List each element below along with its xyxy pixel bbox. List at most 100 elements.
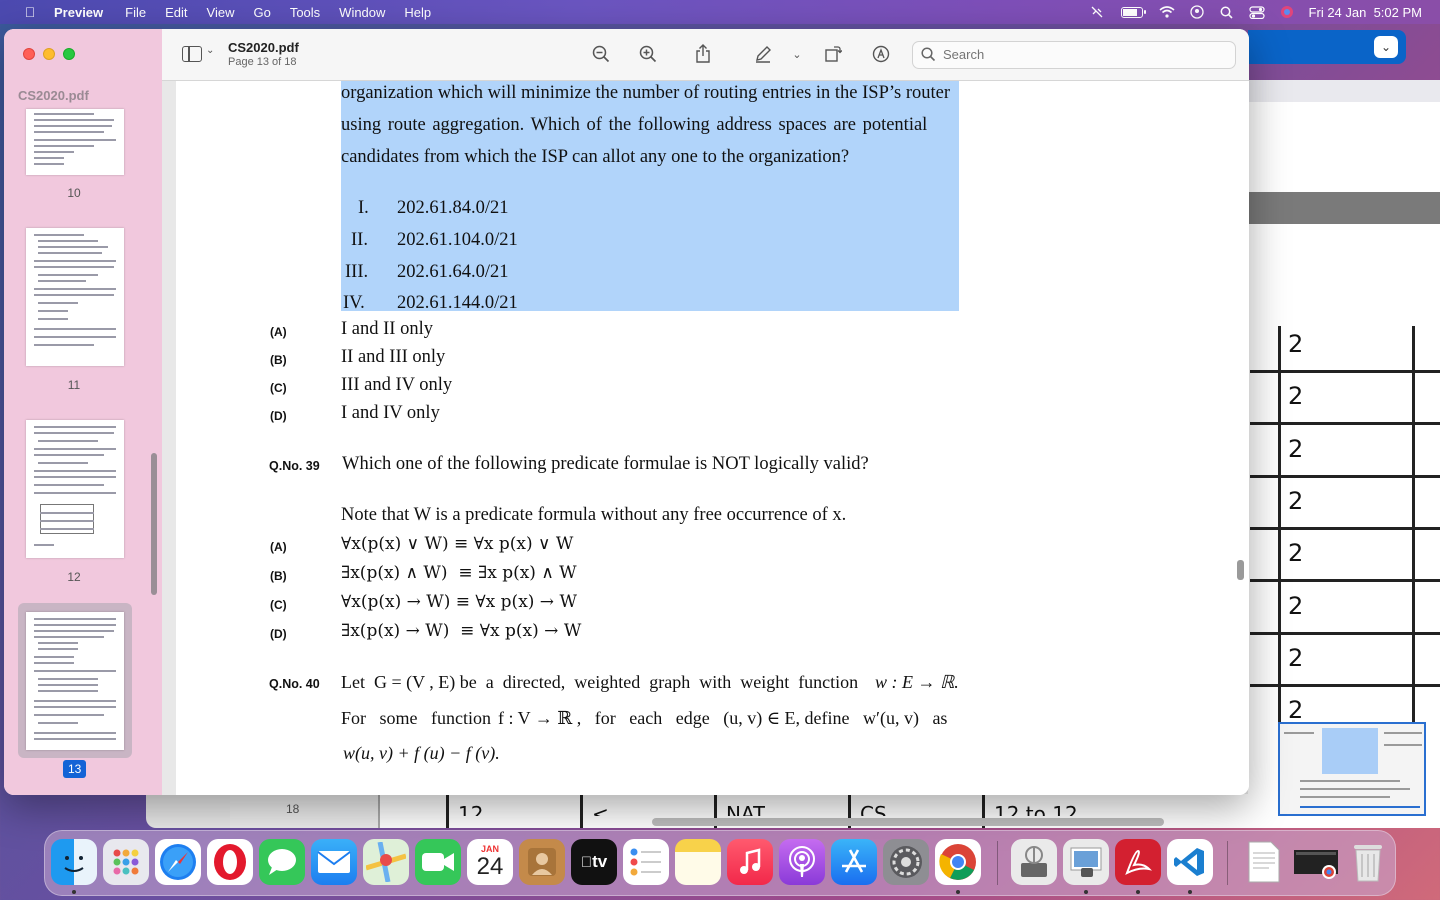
option-text: II and III only <box>341 347 446 367</box>
siri-icon[interactable] <box>1279 5 1295 19</box>
table-cell: 2 <box>1288 539 1304 567</box>
reminders-icon[interactable] <box>623 839 669 885</box>
mail-icon[interactable] <box>311 839 357 885</box>
page-thumbnail-12[interactable] <box>26 420 124 558</box>
option-label: (B) <box>270 353 287 367</box>
page-number-label: 10 <box>67 186 81 200</box>
option-label: (B) <box>270 569 287 583</box>
table-cell: 2 <box>1288 487 1304 515</box>
menu-help[interactable]: Help <box>404 5 431 20</box>
menu-go[interactable]: Go <box>253 5 270 20</box>
menu-edit[interactable]: Edit <box>165 5 187 20</box>
chevron-down-icon[interactable]: ⌄ <box>206 45 214 56</box>
downloads-folder-icon[interactable] <box>1293 839 1339 885</box>
zoom-in-icon[interactable] <box>637 43 659 65</box>
document-view[interactable]: organization which will minimize the num… <box>176 81 1249 795</box>
formula-option: ∃x(p(x) → W) ≡ ∀x p(x) → W <box>341 621 582 641</box>
page-indicator: Page 13 of 18 <box>228 56 297 68</box>
preview-app-icon[interactable] <box>1063 839 1109 885</box>
messages-icon[interactable] <box>259 839 305 885</box>
option-label: (A) <box>270 540 287 554</box>
window-controls <box>23 48 75 60</box>
chrome-icon[interactable] <box>935 839 981 885</box>
sidebar-scrollbar[interactable] <box>151 453 157 595</box>
option-label: (D) <box>270 409 287 423</box>
markup-toolbar-icon[interactable] <box>870 43 892 65</box>
question-text-line: using route aggregation. Which of the fo… <box>341 115 928 135</box>
question-text-line: f : V → ℝ , for each edge (u, v) ∈ E, de… <box>498 708 948 728</box>
chevron-down-icon[interactable]: ⌄ <box>1374 36 1398 58</box>
apple-tv-icon[interactable]: tv <box>571 839 617 885</box>
wifi-icon[interactable] <box>1159 5 1175 19</box>
sidebar-toggle-icon[interactable] <box>182 46 202 62</box>
rotate-icon[interactable] <box>822 43 844 65</box>
bottom-cell: 12 <box>458 802 484 816</box>
option-label: (C) <box>270 381 287 395</box>
option-label: (D) <box>270 627 287 641</box>
roman-numeral: III. <box>345 262 369 282</box>
finder-icon[interactable] <box>51 839 97 885</box>
app-store-icon[interactable] <box>831 839 877 885</box>
table-cell: 2 <box>1288 435 1304 463</box>
minimize-button[interactable] <box>43 48 55 60</box>
calendar-icon[interactable]: JAN 24 <box>467 839 513 885</box>
maps-icon[interactable] <box>363 839 409 885</box>
roman-numeral: IV. <box>343 293 365 311</box>
close-button[interactable] <box>23 48 35 60</box>
vscode-icon[interactable] <box>1167 839 1213 885</box>
page-thumbnail-13[interactable] <box>26 612 124 750</box>
menu-bar:  Preview File Edit View Go Tools Window… <box>0 0 1440 24</box>
roman-numeral: II. <box>351 230 368 250</box>
window-thumbnail-preview[interactable] <box>1278 722 1426 816</box>
markup-chevron-down-icon[interactable]: ⌄ <box>786 43 808 65</box>
question-note: Note that W is a predicate formula witho… <box>341 505 847 525</box>
control-center-icon[interactable] <box>1248 5 1265 19</box>
notes-icon[interactable] <box>675 839 721 885</box>
menu-app-name[interactable]: Preview <box>54 5 103 20</box>
markup-pen-icon[interactable] <box>752 43 774 65</box>
system-settings-icon[interactable] <box>883 839 929 885</box>
music-icon[interactable] <box>727 839 773 885</box>
search-field[interactable] <box>912 41 1236 69</box>
sidebar-divider[interactable] <box>162 29 176 795</box>
user-account-icon[interactable] <box>1189 5 1205 19</box>
screenshot-icon[interactable] <box>1011 839 1057 885</box>
menu-tools[interactable]: Tools <box>290 5 320 20</box>
launchpad-icon[interactable] <box>103 839 149 885</box>
zoom-out-icon[interactable] <box>590 43 612 65</box>
acrobat-icon[interactable] <box>1115 839 1161 885</box>
menu-clock[interactable]: Fri 24 Jan 5:02 PM <box>1309 5 1422 20</box>
spotlight-search-icon[interactable] <box>1219 5 1235 19</box>
question-number: Q.No. 40 <box>269 677 320 691</box>
question-text-line: Let G = (V , E) be a directed, weighted … <box>341 672 859 692</box>
document-scrollbar[interactable] <box>1237 560 1244 580</box>
stage-manager-off-icon[interactable] <box>1089 5 1105 19</box>
option-text: III and IV only <box>341 375 453 395</box>
contacts-icon[interactable] <box>519 839 565 885</box>
option-text: I and II only <box>341 319 433 339</box>
facetime-icon[interactable] <box>415 839 461 885</box>
search-input[interactable] <box>943 47 1223 62</box>
document-title: CS2020.pdf <box>228 40 299 55</box>
trash-icon[interactable] <box>1345 839 1391 885</box>
menu-file[interactable]: File <box>125 5 146 20</box>
page-thumbnail-10[interactable] <box>26 109 124 175</box>
page-thumbnail-11[interactable] <box>26 228 124 366</box>
current-page-badge: 13 <box>63 760 87 778</box>
formula-option: ∀x(p(x) ∨ W) ≡ ∀x p(x) ∨ W <box>341 534 574 554</box>
apple-menu-icon[interactable]:  <box>20 4 40 20</box>
zoom-button[interactable] <box>63 48 75 60</box>
question-text-line: w : E → ℝ. <box>875 672 959 692</box>
question-text-line: w(u, v) + f (u) − f (v). <box>343 743 500 763</box>
menu-view[interactable]: View <box>207 5 235 20</box>
address-space: 202.61.144.0/21 <box>397 293 518 311</box>
menu-window[interactable]: Window <box>339 5 385 20</box>
background-scrollbar[interactable] <box>652 818 1164 826</box>
question-text-line: For some function <box>341 708 491 728</box>
docx-document-icon[interactable] <box>1241 839 1287 885</box>
opera-icon[interactable] <box>207 839 253 885</box>
safari-icon[interactable] <box>155 839 201 885</box>
podcasts-icon[interactable] <box>779 839 825 885</box>
battery-icon[interactable] <box>1119 5 1146 19</box>
share-icon[interactable] <box>692 43 714 65</box>
